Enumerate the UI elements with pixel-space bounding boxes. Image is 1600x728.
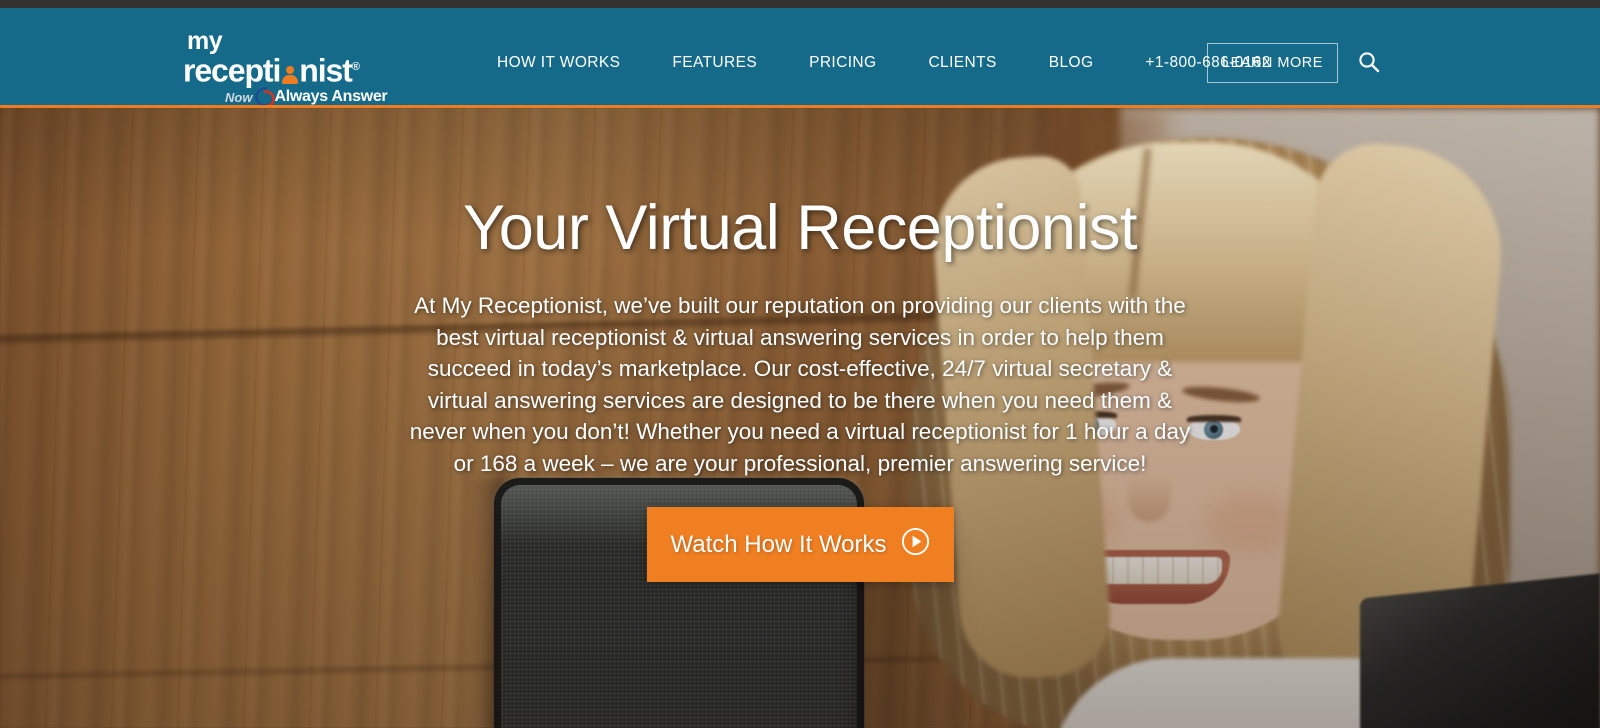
nav-item-pricing[interactable]: PRICING — [783, 52, 902, 74]
site-header: my recepti nist® Now Always Answer HOW IT… — [0, 8, 1600, 111]
learn-more-button[interactable]: LEARN MORE — [1207, 43, 1338, 83]
logo-text-receptionist: recepti nist® — [183, 52, 360, 89]
logo-my-receptionist[interactable]: my recepti nist® Now Always Answer — [183, 27, 388, 111]
logo-text-my: my — [187, 27, 223, 55]
nav-item-blog[interactable]: BLOG — [1023, 52, 1120, 74]
play-circle-icon — [901, 527, 930, 563]
hero-paragraph: At My Receptionist, we’ve built our repu… — [409, 293, 1191, 476]
nav-item-how-it-works[interactable]: HOW IT WORKS — [497, 52, 646, 74]
hero-content: Your Virtual Receptionist At My Receptio… — [0, 108, 1600, 728]
search-icon — [1358, 51, 1380, 76]
watch-how-it-works-button[interactable]: Watch How It Works — [646, 507, 954, 582]
person-icon — [280, 65, 299, 84]
nav-item-clients[interactable]: CLIENTS — [902, 52, 1022, 74]
logo-tagline-text: Always Answer — [274, 87, 388, 105]
search-button[interactable] — [1356, 50, 1382, 76]
main-nav: HOW IT WORKS FEATURES PRICING CLIENTS BL… — [497, 52, 1297, 74]
registered-mark: ® — [351, 61, 360, 73]
top-strip — [0, 0, 1600, 8]
hero-title: Your Virtual Receptionist — [463, 193, 1137, 263]
watch-how-it-works-label: Watch How It Works — [670, 530, 887, 558]
header-accent-divider — [0, 105, 1600, 108]
hero-section: Your Virtual Receptionist At My Receptio… — [0, 108, 1600, 728]
page-root: my recepti nist® Now Always Answer HOW IT… — [0, 0, 1600, 728]
logo-tagline-now: Now — [225, 90, 253, 106]
nav-item-features[interactable]: FEATURES — [646, 52, 783, 74]
